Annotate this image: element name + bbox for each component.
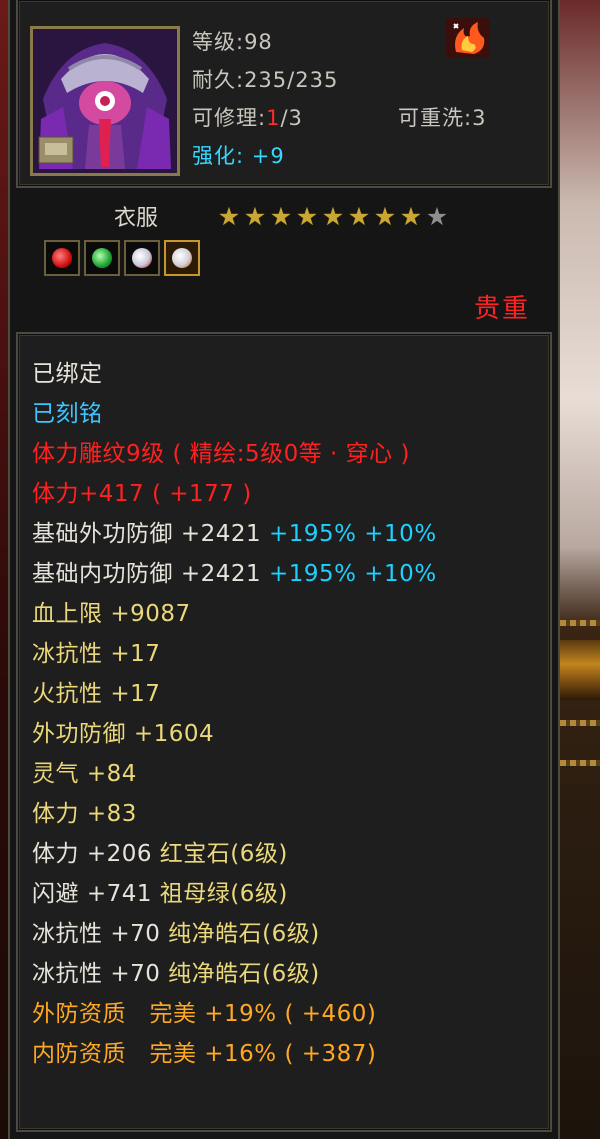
red-gem-icon	[44, 240, 80, 276]
stat-percent: +10%	[364, 521, 437, 547]
basic-outer-defense-line: 基础外功防御 +2421 +195% +10%	[32, 514, 437, 554]
green-gem-icon	[84, 240, 120, 276]
stat-value: +83	[86, 801, 137, 827]
stat-label: 基础内功防御	[32, 561, 173, 587]
gem-stat-line: 闪避 +741 祖母绿(6级)	[32, 874, 437, 914]
stamina-main-line: 体力+417 ( +177 )	[32, 481, 252, 507]
rarity-label: 贵重	[474, 294, 531, 324]
stat-line: 体力 +83	[32, 794, 437, 834]
bound-status: 已绑定	[32, 361, 103, 387]
star-filled-icon: ★	[243, 202, 267, 231]
white-gem-icon	[124, 240, 160, 276]
gem-name: 祖母绿(6级)	[159, 881, 288, 907]
quality-bonus: ( +460)	[284, 1001, 377, 1027]
white-gem-gold-frame-icon	[164, 240, 200, 276]
stat-line: 灵气 +84	[32, 754, 437, 794]
stat-label: 体力	[32, 841, 79, 867]
stat-value: +9087	[110, 601, 191, 627]
carving-line: 体力雕纹9级 ( 精绘:5级0等 · 穿心 )	[32, 441, 410, 467]
repair-label: 可修理:	[192, 106, 267, 130]
star-rating: ★ ★ ★ ★ ★ ★ ★ ★ ★	[216, 204, 450, 230]
item-repairable: 可修理:1/3	[192, 102, 303, 132]
engraved-status: 已刻铭	[32, 401, 103, 427]
quality-label: 外防资质	[32, 1001, 126, 1027]
quality-percent: +16%	[204, 1041, 277, 1067]
stat-label: 冰抗性	[32, 641, 103, 667]
stat-label: 灵气	[32, 761, 79, 787]
flame-skill-icon	[446, 18, 490, 58]
ornament-border	[560, 720, 600, 726]
stat-line: 血上限 +9087	[32, 594, 437, 634]
star-filled-icon: ★	[347, 202, 371, 231]
stat-percent: +195%	[268, 561, 357, 587]
stat-value: +2421	[180, 561, 262, 587]
stat-line: 火抗性 +17	[32, 674, 437, 714]
ornament-border	[560, 620, 600, 626]
star-filled-icon: ★	[373, 202, 397, 231]
gem-stat-line: 冰抗性 +70 纯净皓石(6级)	[32, 954, 437, 994]
quality-line: 内防资质 完美 +16% ( +387)	[32, 1034, 437, 1074]
stat-label: 基础外功防御	[32, 521, 173, 547]
quality-line: 外防资质 完美 +19% ( +460)	[32, 994, 437, 1034]
stat-value: +70	[110, 961, 161, 987]
stat-percent: +195%	[268, 521, 357, 547]
stat-value: +206	[86, 841, 152, 867]
tooltip-header-panel: 等级:98 耐久:235/235 可修理:1/3 可重洗:3 强化: +9	[16, 0, 552, 188]
item-rewash: 可重洗:3	[398, 106, 487, 130]
tooltip-attributes-panel: 已绑定 已刻铭 体力雕纹9级 ( 精绘:5级0等 · 穿心 ) 体力+417 (…	[16, 332, 552, 1132]
star-filled-icon: ★	[321, 202, 345, 231]
stat-label: 体力	[32, 801, 79, 827]
gem-stat-line: 体力 +206 红宝石(6级)	[32, 834, 437, 874]
stat-value: +70	[110, 921, 161, 947]
quality-label: 内防资质	[32, 1041, 126, 1067]
stat-value: +1604	[133, 721, 215, 747]
stat-value: +2421	[180, 521, 262, 547]
stat-percent: +10%	[364, 561, 437, 587]
stat-label: 冰抗性	[32, 961, 103, 987]
repair-current: 1	[266, 106, 281, 130]
stat-value: +741	[86, 881, 152, 907]
ornament-border	[560, 760, 600, 766]
background-right	[556, 0, 600, 1139]
gem-name: 红宝石(6级)	[159, 841, 288, 867]
enhance-value: +9	[251, 144, 285, 168]
stat-label: 火抗性	[32, 681, 103, 707]
quality-bonus: ( +387)	[284, 1041, 377, 1067]
stat-label: 血上限	[32, 601, 103, 627]
gem-name: 纯净皓石(6级)	[168, 961, 320, 987]
star-filled-icon: ★	[217, 202, 241, 231]
quality-grade: 完美	[149, 1041, 197, 1067]
ornament-gold-band	[556, 640, 600, 700]
stat-value: +84	[86, 761, 137, 787]
stat-value: +17	[110, 681, 161, 707]
star-filled-icon: ★	[269, 202, 293, 231]
gem-stat-line: 冰抗性 +70 纯净皓石(6级)	[32, 914, 437, 954]
stat-line: 冰抗性 +17	[32, 634, 437, 674]
star-empty-icon: ★	[425, 202, 449, 231]
item-type-label: 衣服	[114, 206, 159, 231]
item-tooltip: 等级:98 耐久:235/235 可修理:1/3 可重洗:3 强化: +9 衣服…	[8, 0, 560, 1139]
repair-total: /3	[280, 106, 303, 130]
quality-percent: +19%	[204, 1001, 277, 1027]
item-level: 等级:98	[192, 30, 273, 54]
stat-label: 外功防御	[32, 721, 126, 747]
star-filled-icon: ★	[399, 202, 423, 231]
stat-label: 闪避	[32, 881, 79, 907]
gem-sockets	[44, 240, 200, 276]
item-enhance: 强化: +9	[192, 140, 285, 170]
stat-line: 外功防御 +1604	[32, 714, 437, 754]
basic-inner-defense-line: 基础内功防御 +2421 +195% +10%	[32, 554, 437, 594]
armor-item-icon	[30, 26, 180, 176]
enhance-label: 强化:	[192, 144, 245, 168]
quality-grade: 完美	[149, 1001, 197, 1027]
stat-label: 冰抗性	[32, 921, 103, 947]
stat-value: +17	[110, 641, 161, 667]
gem-name: 纯净皓石(6级)	[168, 921, 320, 947]
item-durability: 耐久:235/235	[192, 68, 339, 92]
star-filled-icon: ★	[295, 202, 319, 231]
